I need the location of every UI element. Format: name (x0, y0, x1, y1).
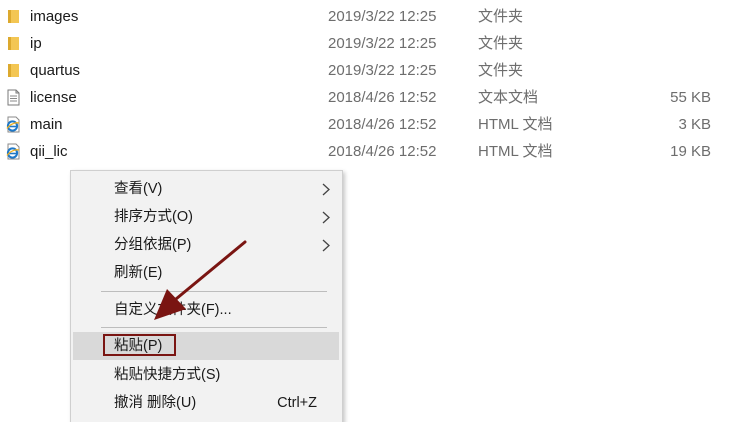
file-row-images[interactable]: images 2019/3/22 12:25 文件夹 (0, 3, 732, 30)
file-type: 文件夹 (478, 62, 524, 79)
menu-item-label: 刷新(E) (114, 265, 163, 281)
file-type: 文件夹 (478, 35, 524, 52)
file-date: 2019/3/22 12:25 (328, 62, 437, 79)
file-row-qii-lic[interactable]: qii_lic 2018/4/26 12:52 HTML 文档 19 KB (0, 138, 732, 165)
file-size: 55 KB (670, 89, 711, 106)
menu-item-group[interactable]: 分组依据(P) (73, 231, 339, 259)
file-date: 2019/3/22 12:25 (328, 35, 437, 52)
menu-separator (101, 291, 327, 292)
menu-item-customize-folder[interactable]: 自定义文件夹(F)... (73, 296, 339, 324)
file-type: 文本文档 (478, 89, 539, 106)
file-type: HTML 文档 (478, 143, 553, 160)
file-size: 19 KB (670, 143, 711, 160)
html-document-icon (6, 116, 20, 133)
file-type: HTML 文档 (478, 116, 553, 133)
file-size: 3 KB (678, 116, 711, 133)
file-row-license[interactable]: license 2018/4/26 12:52 文本文档 55 KB (0, 84, 732, 111)
file-list: images 2019/3/22 12:25 文件夹 ip 2019/3/22 … (0, 3, 732, 165)
folder-icon (8, 37, 19, 50)
menu-item-label: 排序方式(O) (114, 209, 193, 225)
folder-icon (8, 64, 19, 77)
menu-item-shortcut: Ctrl+Z (277, 395, 317, 411)
menu-item-refresh[interactable]: 刷新(E) (73, 259, 339, 287)
menu-separator (101, 327, 327, 328)
menu-item-sort[interactable]: 排序方式(O) (73, 203, 339, 231)
menu-item-label: 粘贴(P) (114, 338, 163, 354)
menu-item-paste[interactable]: 粘贴(P) (73, 332, 339, 360)
file-date: 2019/3/22 12:25 (328, 8, 437, 25)
html-document-icon (6, 143, 20, 160)
folder-icon (8, 10, 19, 23)
file-name: ip (30, 35, 42, 52)
menu-item-label: 查看(V) (114, 181, 163, 197)
menu-item-label: 粘贴快捷方式(S) (114, 367, 221, 383)
menu-item-view[interactable]: 查看(V) (73, 175, 339, 203)
file-date: 2018/4/26 12:52 (328, 116, 437, 133)
text-document-icon (7, 89, 20, 106)
menu-item-paste-shortcut[interactable]: 粘贴快捷方式(S) (73, 361, 339, 389)
file-row-quartus[interactable]: quartus 2019/3/22 12:25 文件夹 (0, 57, 732, 84)
menu-item-label: 自定义文件夹(F)... (114, 302, 232, 318)
menu-item-label: 分组依据(P) (114, 237, 192, 253)
file-name: images (30, 8, 79, 25)
chevron-right-icon (322, 183, 330, 196)
file-date: 2018/4/26 12:52 (328, 89, 437, 106)
file-type: 文件夹 (478, 8, 524, 25)
file-name: qii_lic (30, 143, 68, 160)
file-name: main (30, 116, 63, 133)
chevron-right-icon (322, 239, 330, 252)
menu-item-label: 撤消 删除(U) (114, 395, 197, 411)
chevron-right-icon (322, 211, 330, 224)
file-date: 2018/4/26 12:52 (328, 143, 437, 160)
file-name: license (30, 89, 77, 106)
file-name: quartus (30, 62, 81, 79)
file-row-ip[interactable]: ip 2019/3/22 12:25 文件夹 (0, 30, 732, 57)
explorer-window: images 2019/3/22 12:25 文件夹 ip 2019/3/22 … (0, 0, 732, 422)
context-menu: 查看(V) 排序方式(O) 分组依据(P) 刷新(E) 自定义文件夹(F)... (70, 170, 343, 422)
menu-item-undo-delete[interactable]: 撤消 删除(U) Ctrl+Z (73, 389, 339, 417)
file-row-main[interactable]: main 2018/4/26 12:52 HTML 文档 3 KB (0, 111, 732, 138)
